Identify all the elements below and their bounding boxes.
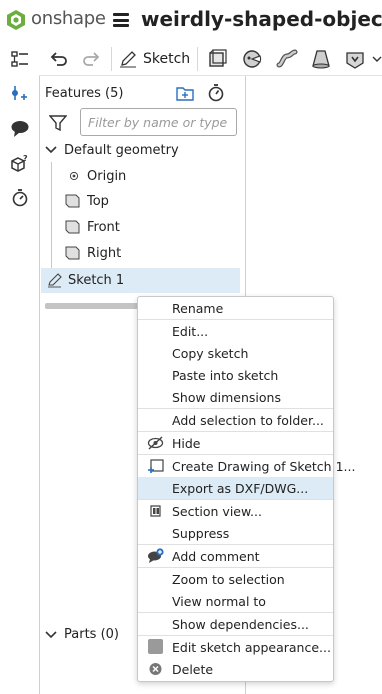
menu-icon[interactable] [113, 13, 129, 27]
tree-guide-line [51, 162, 52, 268]
left-rail: ? [0, 40, 39, 694]
feature-list-icon[interactable] [10, 50, 30, 70]
redo-icon[interactable] [81, 48, 103, 70]
menu-item-label: Add selection to folder... [172, 412, 324, 428]
default-geometry-group[interactable]: Default geometry [45, 138, 179, 162]
toolbar: Sketch [39, 40, 382, 76]
chevron-down-icon[interactable] [45, 144, 57, 156]
menu-item-create-drawing[interactable]: Create Drawing of Sketch 1... [138, 455, 355, 477]
plane-icon [65, 194, 80, 208]
history-timer-icon[interactable] [10, 188, 30, 208]
chevron-down-icon[interactable] [372, 48, 382, 70]
add-comment-icon [148, 548, 164, 563]
sketch-button[interactable]: Sketch [119, 48, 190, 70]
parts-help-icon[interactable]: ? [10, 154, 30, 174]
plane-icon [65, 220, 80, 234]
sketch-label: Sketch 1 [68, 273, 125, 288]
tree-item-right-plane[interactable]: Right [65, 241, 121, 265]
toolbar-divider [111, 47, 112, 71]
menu-item-label: Rename [172, 300, 224, 316]
pencil-icon [120, 51, 136, 68]
thicken-icon[interactable] [344, 48, 366, 70]
menu-item-label: View normal to [172, 593, 266, 609]
parts-section[interactable]: Parts (0) [45, 627, 119, 642]
menu-item-section-view[interactable]: Section view... [138, 500, 333, 522]
toolbar-divider [197, 47, 198, 71]
parts-label: Parts (0) [64, 627, 119, 642]
plane-icon [65, 246, 80, 260]
menu-item-suppress[interactable]: Suppress [138, 522, 333, 544]
menu-item-paste-into-sketch[interactable]: Paste into sketch [138, 364, 333, 386]
menu-item-copy-sketch[interactable]: Copy sketch [138, 342, 333, 364]
appearance-swatch-icon [148, 639, 163, 654]
add-folder-icon[interactable] [175, 84, 195, 102]
document-title[interactable]: weirdly-shaped-object [141, 7, 382, 31]
brand-name[interactable]: onshape [31, 8, 106, 29]
tree-item-top-plane[interactable]: Top [65, 189, 109, 213]
menu-item-label: Show dimensions [172, 389, 281, 405]
rollback-timer-icon[interactable] [206, 83, 226, 103]
menu-item-show-dimensions[interactable]: Show dimensions [138, 386, 333, 408]
group-label: Default geometry [64, 142, 179, 158]
menu-item-label: Hide [172, 435, 201, 451]
menu-item-view-normal-to[interactable]: View normal to [138, 590, 333, 612]
menu-item-delete[interactable]: Delete [138, 658, 333, 680]
mate-connector-icon[interactable] [10, 84, 30, 104]
menu-item-label: Paste into sketch [172, 367, 279, 383]
plane-label: Right [87, 245, 122, 261]
origin-icon [69, 171, 79, 181]
filter-icon[interactable] [49, 114, 67, 132]
menu-item-label: Suppress [172, 525, 230, 541]
extrude-icon[interactable] [207, 48, 229, 70]
menu-item-label: Zoom to selection [172, 571, 285, 587]
menu-item-label: Show dependencies... [172, 616, 309, 632]
menu-item-label: Add comment [172, 548, 260, 564]
context-menu: Rename Edit... Copy sketch Paste into sk… [137, 296, 355, 682]
menu-item-label: Edit... [172, 323, 209, 339]
features-header: Features (5) [45, 86, 124, 101]
origin-label: Origin [87, 168, 127, 184]
sketch-1-row[interactable]: Sketch 1 [47, 268, 124, 293]
plane-label: Front [87, 219, 120, 235]
menu-item-edit-sketch-appearance[interactable]: Edit sketch appearance... [138, 636, 333, 658]
app-header: onshape weirdly-shaped-object [0, 0, 382, 40]
loft-icon[interactable] [310, 48, 332, 70]
sketch-icon [48, 273, 62, 288]
plane-label: Top [87, 193, 109, 209]
tree-item-origin[interactable]: Origin [69, 164, 126, 188]
menu-item-rename[interactable]: Rename [138, 297, 333, 319]
menu-item-zoom-to-selection[interactable]: Zoom to selection [138, 568, 333, 590]
menu-item-hide[interactable]: Hide [138, 432, 333, 454]
menu-item-label: Delete [172, 661, 214, 677]
undo-icon[interactable] [47, 48, 69, 70]
menu-item-add-comment[interactable]: Add comment [138, 545, 333, 567]
section-view-icon [150, 505, 161, 517]
onshape-window: onshape weirdly-shaped-object ? Sketch F… [0, 0, 382, 694]
menu-item-label: Section view... [172, 503, 262, 519]
horizontal-scrollbar[interactable] [45, 303, 143, 309]
hide-eye-icon [147, 436, 164, 450]
filter-input[interactable]: Filter by name or type [80, 108, 237, 136]
comments-icon[interactable] [10, 118, 30, 138]
chevron-down-icon[interactable] [45, 629, 57, 641]
menu-item-add-to-folder[interactable]: Add selection to folder... [138, 409, 333, 431]
sketch-button-label: Sketch [143, 51, 191, 67]
menu-item-label: Edit sketch appearance... [172, 639, 331, 655]
menu-item-show-dependencies[interactable]: Show dependencies... [138, 613, 333, 635]
tree-item-front-plane[interactable]: Front [65, 215, 120, 239]
delete-icon [149, 663, 162, 675]
create-drawing-icon [148, 459, 164, 473]
revolve-icon[interactable] [241, 48, 263, 70]
menu-item-label: Copy sketch [172, 345, 249, 361]
onshape-logo-icon[interactable] [6, 9, 26, 31]
sweep-icon[interactable] [276, 48, 298, 70]
menu-item-label: Create Drawing of Sketch 1... [172, 458, 356, 474]
menu-item-label: Export as DXF/DWG... [172, 480, 309, 496]
menu-item-export-dxf-dwg[interactable]: Export as DXF/DWG... [138, 477, 333, 499]
svg-text:?: ? [23, 154, 28, 163]
menu-item-edit[interactable]: Edit... [138, 320, 333, 342]
